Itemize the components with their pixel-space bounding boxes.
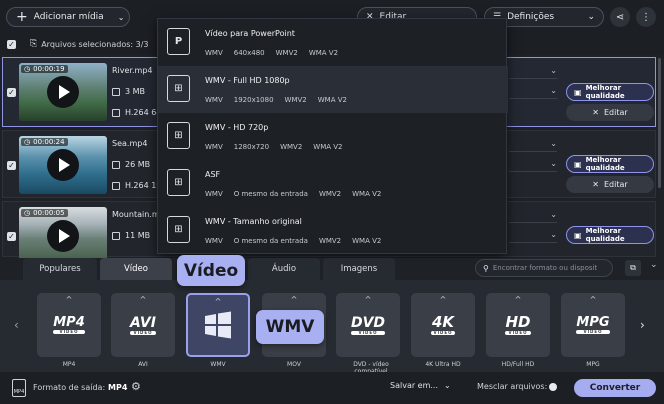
file-checkbox[interactable]: ✓ — [7, 88, 16, 97]
file-checkbox[interactable]: ✓ — [7, 161, 16, 170]
chevron-down-icon: ⌄ — [117, 12, 125, 22]
play-icon[interactable] — [47, 76, 79, 108]
add-media-button[interactable]: + Adicionar mídia ⌄ — [6, 7, 130, 27]
tab-audio[interactable]: Áudio — [248, 258, 320, 280]
bottom-bar: MP4 Formato de saída: MP4 ⚙ Salvar em...… — [0, 372, 664, 404]
file-list-scrollbar[interactable] — [658, 58, 661, 188]
windows-icon: ⊞ — [167, 169, 190, 196]
chevron-down-icon: ⌄ — [587, 12, 595, 22]
play-icon[interactable] — [47, 220, 79, 252]
audio-dropdown[interactable]: ⌄ — [509, 86, 557, 99]
file-icon — [112, 231, 120, 240]
file-icon — [112, 160, 120, 169]
windows-icon: ⊞ — [167, 122, 190, 149]
convert-button[interactable]: Converter — [574, 379, 656, 397]
preset-item[interactable]: ⊞ ASF WMV O mesmo da entrada WMV2 WMA V2 — [158, 160, 508, 207]
windows-icon — [205, 311, 231, 339]
tools-icon: ✕ — [592, 108, 599, 117]
subtitle-dropdown[interactable]: ⌄ — [509, 66, 557, 79]
preset-dropdown: P Vídeo para PowerPoint WMV 640x480 WMV2 WM… — [157, 18, 508, 254]
chevron-up-icon: ^ — [214, 297, 222, 306]
output-format-icon: MP4 — [12, 379, 26, 397]
chevron-right-icon[interactable]: › — [640, 318, 645, 332]
format-tabs: Populares Vídeo Áudio Imagens ⚲ Encontra… — [0, 258, 664, 280]
windows-icon: ⊞ — [167, 75, 190, 102]
enhance-quality-button[interactable]: ▣ Melhorar qualidade — [566, 83, 654, 101]
search-icon: ⚲ — [483, 263, 489, 273]
codec-icon — [112, 181, 120, 190]
file-checkbox[interactable]: ✓ — [7, 232, 16, 241]
share-button[interactable]: ⋖ — [610, 7, 630, 27]
chevron-up-icon: ^ — [364, 295, 372, 304]
file-name: River.mp4 — [112, 66, 153, 75]
merge-toggle[interactable] — [549, 383, 557, 391]
video-thumbnail[interactable]: ◷ 00:00:19 — [19, 63, 107, 121]
format-card-wmv[interactable]: ^ — [186, 293, 250, 357]
windows-icon: ⊞ — [167, 216, 190, 243]
save-to-dropdown[interactable]: Salvar em... ⌄ — [390, 381, 470, 395]
select-all-checkbox[interactable]: ✓ — [7, 39, 16, 49]
file-icon — [112, 87, 120, 96]
chevron-up-icon: ^ — [290, 295, 298, 304]
enhance-icon: ▣ — [574, 230, 582, 240]
menu-button[interactable]: ⋮ — [636, 7, 656, 27]
plus-icon: + — [16, 9, 28, 25]
tab-imagens[interactable]: Imagens — [323, 258, 395, 280]
chevron-up-icon: ^ — [139, 295, 147, 304]
audio-dropdown[interactable]: ⌄ — [509, 230, 557, 243]
preset-item[interactable]: P Vídeo para PowerPoint WMV 640x480 WMV2 WM… — [158, 19, 508, 66]
tools-icon: ✕ — [592, 180, 599, 189]
app-window: + Adicionar mídia ⌄ ✕ Editar ☰ Definiçõe… — [0, 0, 664, 404]
audio-dropdown[interactable]: ⌄ — [509, 159, 557, 172]
chevron-left-icon[interactable]: ‹ — [14, 318, 19, 332]
format-search-input[interactable]: ⚲ Encontrar formato ou disposit — [475, 259, 613, 277]
format-panel: ‹ › ^ MP4 VIDEO MP4 ^ AVI VIDEO AVI ^ WMV ^ … — [0, 280, 664, 375]
subtitle-dropdown[interactable]: ⌄ — [509, 210, 557, 223]
enhance-quality-button[interactable]: ▣ Melhorar qualidade — [566, 226, 654, 244]
format-card-4k[interactable]: ^ 4K VIDEO — [411, 293, 475, 357]
share-icon: ⋖ — [615, 11, 625, 23]
format-card-dvd[interactable]: ^ DVD VIDEO — [336, 293, 400, 357]
clock-icon: ◷ — [24, 65, 31, 73]
chevron-up-icon: ^ — [439, 295, 447, 304]
chevron-up-icon: ^ — [65, 295, 73, 304]
clock-icon: ◷ — [24, 138, 31, 146]
play-icon[interactable] — [47, 149, 79, 181]
wmv-callout: WMV — [256, 310, 324, 344]
file-edit-button[interactable]: ✕ Editar — [566, 176, 654, 193]
chevron-down-icon: ⌄ — [444, 381, 451, 390]
format-card-hd[interactable]: ^ HD VIDEO — [486, 293, 550, 357]
selection-label: Arquivos selecionados: 3/3 — [41, 39, 149, 49]
add-preset-button[interactable]: ⧉ — [625, 260, 641, 276]
video-thumbnail[interactable]: ◷ 00:00:24 — [19, 136, 107, 194]
file-edit-button[interactable]: ✕ Editar — [566, 104, 654, 121]
preset-item[interactable]: ⊞ WMV - Full HD 1080p WMV 1920x1080 WMV2 WM… — [158, 66, 508, 113]
chevron-up-icon: ^ — [589, 295, 597, 304]
codec-icon — [112, 108, 120, 117]
collapse-chevron-icon[interactable]: ⌄ — [650, 260, 658, 270]
preset-item[interactable]: ⊞ WMV - Tamanho original WMV O mesmo da e… — [158, 207, 508, 254]
format-card-mpg[interactable]: ^ MPG VIDEO — [561, 293, 625, 357]
preset-icon: ⧉ — [630, 263, 636, 272]
format-card-mp4[interactable]: ^ MP4 VIDEO — [37, 293, 101, 357]
more-vertical-icon: ⋮ — [641, 11, 651, 23]
subtitle-dropdown[interactable]: ⌄ — [509, 139, 557, 152]
powerpoint-icon: P — [167, 28, 190, 55]
format-card-avi[interactable]: ^ AVI VIDEO — [111, 293, 175, 357]
video-thumbnail[interactable]: ◷ 00:00:05 — [19, 207, 107, 265]
video-callout: Vídeo — [177, 255, 245, 286]
chevron-up-icon: ^ — [514, 295, 522, 304]
preset-item[interactable]: ⊞ WMV - HD 720p WMV 1280x720 WMV2 WMA V2 — [158, 113, 508, 160]
enhance-icon: ▣ — [574, 159, 582, 169]
enhance-icon: ▣ — [574, 87, 582, 97]
output-format-value[interactable]: MP4 — [108, 383, 127, 392]
tab-populares[interactable]: Populares — [23, 258, 97, 280]
tab-video[interactable]: Vídeo — [100, 258, 172, 280]
files-icon: ⎘ — [30, 39, 38, 49]
clock-icon: ◷ — [24, 209, 31, 217]
file-name: Sea.mp4 — [112, 139, 148, 148]
enhance-quality-button[interactable]: ▣ Melhorar qualidade — [566, 155, 654, 173]
gear-icon[interactable]: ⚙ — [131, 380, 141, 393]
